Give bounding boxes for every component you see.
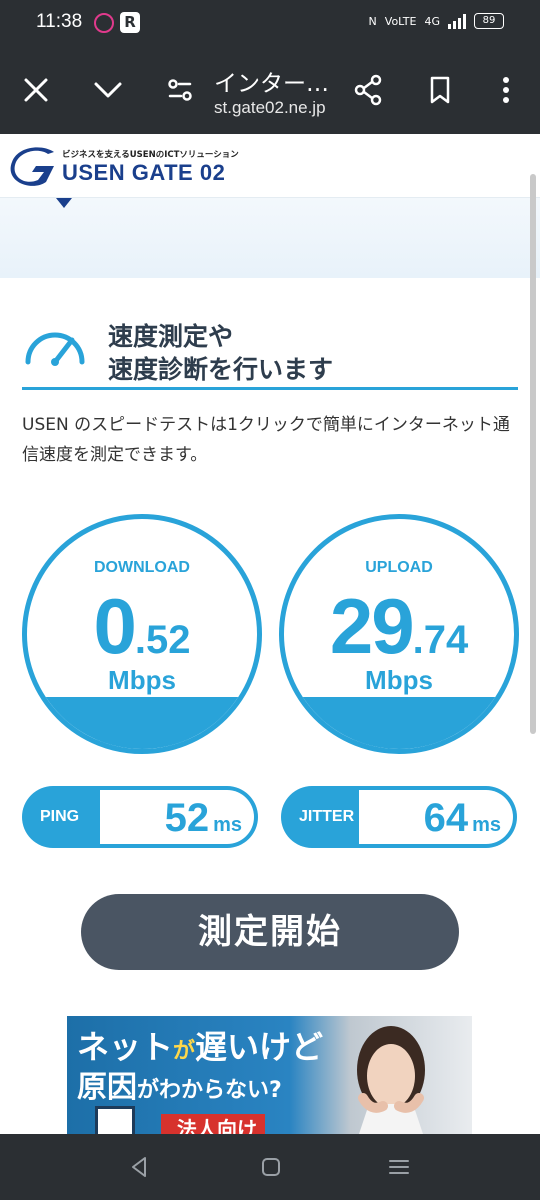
close-icon[interactable] [14,68,58,112]
jitter-label: JITTER [299,808,355,825]
ad-banner[interactable]: ネットが遅いけど 原因がわからない? 法人向け [67,1016,472,1134]
browser-toolbar: インター… st.gate02.ne.jp [0,46,540,134]
download-gauge: DOWNLOAD 0.52 Mbps [22,514,262,754]
upload-label: UPLOAD [365,559,433,576]
jitter-value: 64 ms [424,796,501,841]
ad-line-2: 原因がわからない? [77,1062,282,1106]
ad-text-net: ネット [77,1028,174,1066]
scrollbar[interactable] [530,174,536,734]
download-unit: Mbps [108,665,176,695]
site-header: ビジネスを支えるUSENのICTソリューション USEN GATE 02 [0,134,540,198]
section-heading: 速度測定や 速度診断を行います [22,320,518,390]
app-r-icon: R [120,12,140,33]
ad-person-image [357,1026,425,1134]
ping-label: PING [40,808,80,825]
chevron-down-icon[interactable] [86,68,130,112]
site-settings-icon[interactable] [158,68,202,112]
system-nav-bar [0,1134,540,1200]
hero-banner [0,198,540,278]
upload-gauge-fill [284,697,514,749]
ping-value-box: 52 ms [100,790,254,844]
signal-icon [448,13,466,29]
battery-icon: 89 [474,13,504,29]
description-text: USEN のスピードテストは1クリックで簡単にインターネット通信速度を測定できま… [22,415,510,465]
jitter-number: 64 [423,796,469,840]
ad-text-slow: 遅いけど [195,1028,324,1066]
notification-icon [94,13,114,33]
status-time: 11:38 [36,11,83,32]
usen-logo-icon[interactable] [10,146,58,188]
back-icon[interactable] [126,1154,152,1180]
upload-value-int: 29 [329,582,415,670]
status-bar: 11:38 R N VoLTE 4G 89 [0,0,540,46]
status-indicators: N VoLTE 4G 89 [369,13,504,29]
start-measurement-button[interactable]: 測定開始 [81,894,459,970]
url-host[interactable]: st.gate02.ne.jp [214,98,326,118]
upload-value: 29.74 [284,581,514,672]
volte-icon: VoLTE [384,14,417,28]
heading-text: 速度測定や 速度診断を行います [108,320,333,386]
jitter-value-box: 64 ms [359,790,513,844]
download-value-dec: .52 [134,618,191,662]
upload-gauge: UPLOAD 29.74 Mbps [279,514,519,754]
ad-tag: 法人向け [161,1114,265,1134]
ad-checkbox-icon [95,1106,135,1134]
upload-unit: Mbps [365,665,433,695]
web-page: ビジネスを支えるUSENのICTソリューション USEN GATE 02 速度測… [0,134,540,1134]
download-value-int: 0 [93,582,137,670]
page-title[interactable]: インター… [214,64,329,98]
heading-line-1: 速度測定や [108,322,234,351]
bookmark-icon[interactable] [418,68,462,112]
ping-value: 52 ms [165,796,242,841]
jitter-unit: ms [472,814,501,836]
ad-text-cause: 原因 [77,1070,137,1105]
site-logo-text[interactable]: USEN GATE 02 [62,160,225,186]
recents-icon[interactable] [386,1154,412,1180]
network-type: 4G [424,14,440,28]
more-menu-icon[interactable] [484,68,528,112]
ping-number: 52 [164,796,210,840]
download-value: 0.52 [27,581,257,672]
ping-unit: ms [213,814,242,836]
jitter-result: JITTER 64 ms [281,786,517,848]
download-gauge-fill [27,697,257,749]
site-tagline: ビジネスを支えるUSENのICTソリューション [62,150,239,160]
ad-text-ga: が [173,1039,196,1064]
heading-line-2: 速度診断を行います [108,355,334,384]
download-label: DOWNLOAD [94,559,190,576]
ping-result: PING 52 ms [22,786,258,848]
home-icon[interactable] [258,1154,284,1180]
ad-text-unknown: がわからない? [137,1078,282,1103]
nfc-icon: N [368,14,377,28]
share-icon[interactable] [346,68,390,112]
speedometer-icon [25,332,85,366]
upload-value-dec: .74 [412,618,469,662]
dropdown-indicator-icon [56,198,72,208]
